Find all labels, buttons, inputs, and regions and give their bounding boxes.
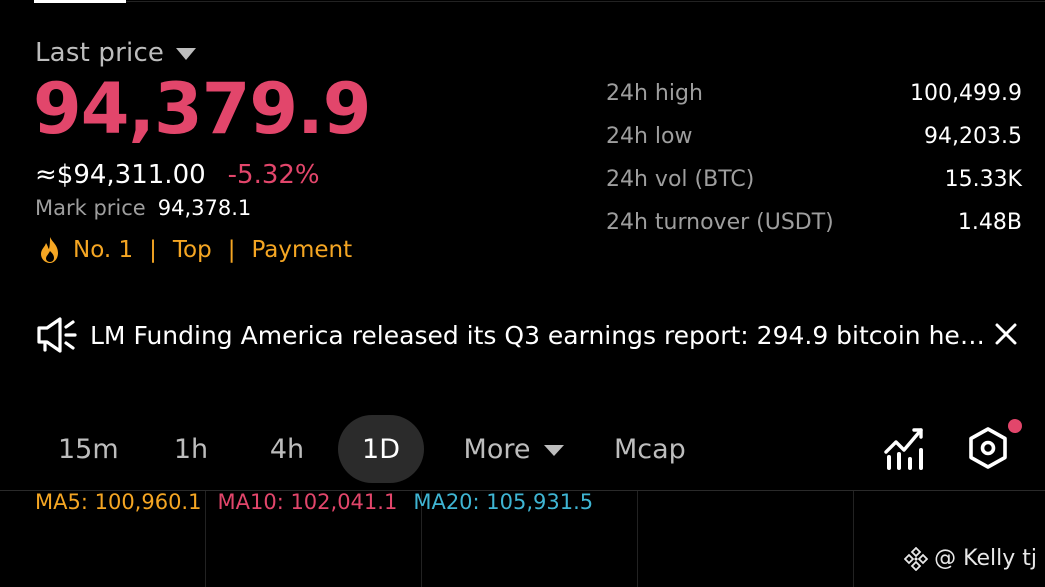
stat-label: 24h low <box>606 124 693 149</box>
notification-dot <box>1008 419 1022 433</box>
mark-price-label: Mark price <box>35 196 146 220</box>
mark-price-value: 94,378.1 <box>157 196 252 220</box>
ma5-value: MA5: 100,960.1 <box>35 490 202 514</box>
close-icon[interactable] <box>992 320 1020 348</box>
tag-payment[interactable]: Payment <box>251 237 352 263</box>
stat-label: 24h turnover (USDT) <box>606 210 834 235</box>
tags-row: No. 1 | Top | Payment <box>37 236 352 264</box>
mark-price-row: Mark price 94,378.1 <box>35 196 251 220</box>
ma10-value: MA10: 102,041.1 <box>217 490 398 514</box>
timeframe-tabs: 15m 1h 4h 1D More Mcap <box>36 414 714 484</box>
stat-value: 94,203.5 <box>924 124 1022 149</box>
percent-change: -5.32% <box>227 160 320 190</box>
caret-down-icon <box>176 48 197 60</box>
watermark: @ Kelly tj <box>904 546 1037 571</box>
tab-1h[interactable]: 1h <box>143 415 239 483</box>
stat-label: 24h vol (BTC) <box>606 167 755 192</box>
ma20-value: MA20: 105,931.5 <box>413 490 594 514</box>
binance-diamond-icon <box>904 546 929 571</box>
top-divider <box>126 1 1045 2</box>
tab-more[interactable]: More <box>424 415 604 483</box>
tag-separator: | <box>149 237 157 263</box>
megaphone-icon <box>37 317 77 353</box>
stat-value: 1.48B <box>957 210 1022 235</box>
stat-row-24h-vol: 24h vol (BTC) 15.33K <box>606 158 1022 201</box>
usd-price-row: ≈$94,311.00 -5.32% <box>35 160 320 190</box>
main-price: 94,379.9 <box>33 68 371 150</box>
fire-icon <box>41 237 58 263</box>
chart-grid-line <box>637 491 638 587</box>
last-price-selector[interactable]: Last price <box>35 38 197 68</box>
announcement-bar[interactable]: LM Funding America released its Q3 earni… <box>36 312 1026 358</box>
tab-more-label: More <box>463 433 531 465</box>
tab-4h[interactable]: 4h <box>239 415 335 483</box>
tab-15m[interactable]: 15m <box>36 415 143 483</box>
stat-row-24h-turnover: 24h turnover (USDT) 1.48B <box>606 201 1022 244</box>
tag-top[interactable]: Top <box>173 237 212 263</box>
tab-mcap[interactable]: Mcap <box>604 415 714 483</box>
stat-value: 15.33K <box>944 167 1022 192</box>
caret-down-icon <box>544 444 565 456</box>
tab-1d[interactable]: 1D <box>338 415 424 483</box>
stat-row-24h-high: 24h high 100,499.9 <box>606 72 1022 115</box>
watermark-text: @ Kelly tj <box>934 546 1037 571</box>
last-price-label: Last price <box>35 38 165 68</box>
announcement-text[interactable]: LM Funding America released its Q3 earni… <box>90 321 985 350</box>
tag-rank[interactable]: No. 1 <box>73 237 133 263</box>
stat-row-24h-low: 24h low 94,203.5 <box>606 115 1022 158</box>
hexagon-settings-icon[interactable] <box>966 426 1010 470</box>
stat-value: 100,499.9 <box>910 81 1022 106</box>
chart-grid-line <box>853 491 854 587</box>
active-tab-indicator <box>34 0 126 3</box>
usd-price: ≈$94,311.00 <box>35 160 206 190</box>
stats-panel: 24h high 100,499.9 24h low 94,203.5 24h … <box>606 72 1022 244</box>
chart-indicator-icon[interactable] <box>884 426 926 470</box>
stat-label: 24h high <box>606 81 703 106</box>
moving-averages-row: MA5: 100,960.1 MA10: 102,041.1 MA20: 105… <box>35 490 593 514</box>
tag-separator: | <box>227 237 236 263</box>
